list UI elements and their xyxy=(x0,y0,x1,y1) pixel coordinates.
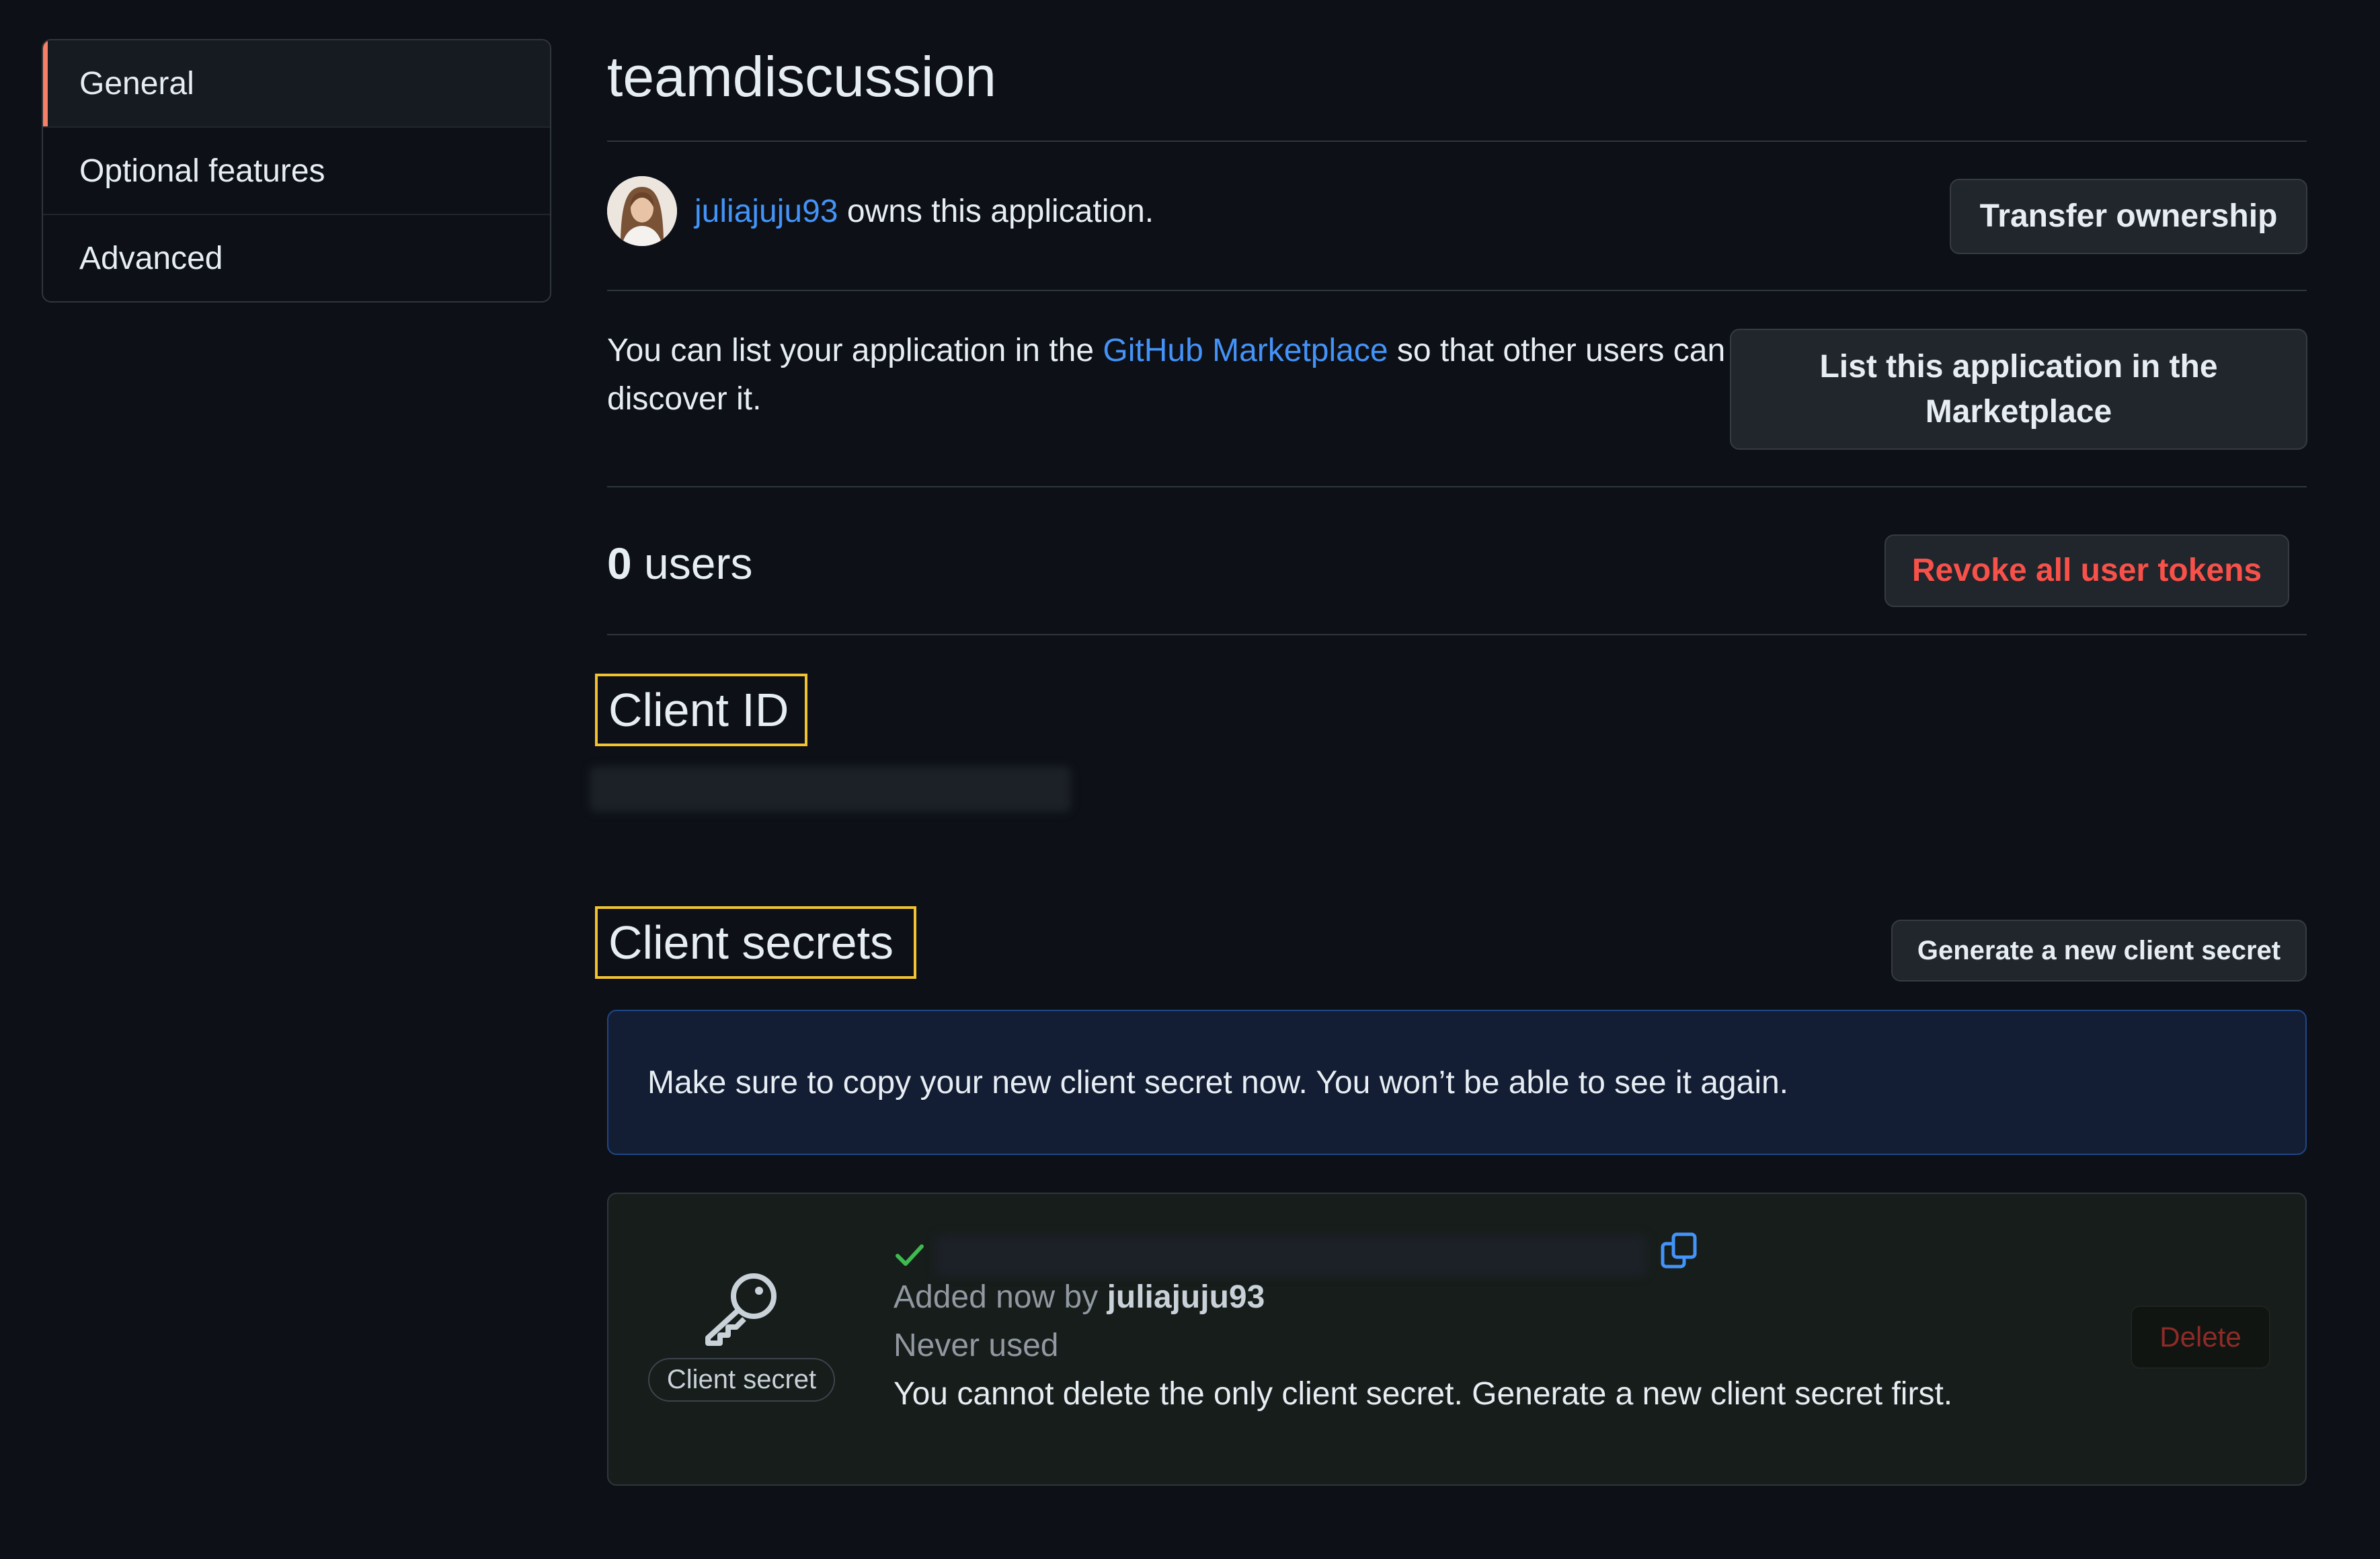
check-icon xyxy=(896,1244,924,1266)
sidebar-item-label: General xyxy=(79,65,194,102)
users-label: users xyxy=(631,538,753,588)
page: General Optional features Advanced teamd… xyxy=(0,0,2380,1559)
client-secret-value-redacted xyxy=(934,1234,1648,1277)
divider xyxy=(607,290,2307,291)
owner-statement: juliajuju93 owns this application. xyxy=(695,193,1154,230)
page-title: teamdiscussion xyxy=(607,45,996,108)
marketplace-text-before: You can list your application in the xyxy=(607,333,1103,368)
secret-usage: Never used xyxy=(894,1328,1059,1363)
divider xyxy=(607,486,2307,487)
sidebar-item-general[interactable]: General xyxy=(43,40,550,126)
settings-sidebar: General Optional features Advanced xyxy=(42,39,551,303)
sidebar-item-optional-features[interactable]: Optional features xyxy=(43,126,550,214)
client-secrets-heading-text: Client secrets xyxy=(608,916,894,969)
divider xyxy=(607,141,2307,142)
avatar[interactable] xyxy=(607,176,677,246)
users-count-heading: 0 users xyxy=(607,538,752,589)
client-secrets-heading: Client secrets xyxy=(595,906,916,979)
secret-delete-note: You cannot delete the only client secret… xyxy=(894,1376,1953,1412)
owner-username-link[interactable]: juliajuju93 xyxy=(695,194,838,229)
client-secret-card: Client secret Added now by juliajuju93 N… xyxy=(607,1193,2307,1486)
copy-icon[interactable] xyxy=(1659,1232,1699,1272)
delete-secret-button[interactable]: Delete xyxy=(2131,1306,2270,1369)
owner-suffix: owns this application. xyxy=(838,193,1154,229)
transfer-ownership-button[interactable]: Transfer ownership xyxy=(1950,179,2307,254)
secret-added-by-user: juliajuju93 xyxy=(1107,1279,1265,1315)
avatar-image xyxy=(607,176,677,246)
client-id-heading-text: Client ID xyxy=(608,684,789,736)
sidebar-item-advanced[interactable]: Advanced xyxy=(43,214,550,301)
client-id-heading: Client ID xyxy=(595,674,807,746)
client-secret-key-block: Client secret xyxy=(646,1268,837,1402)
list-in-marketplace-button[interactable]: List this application in the Marketplace xyxy=(1730,329,2307,450)
marketplace-description: You can list your application in the Git… xyxy=(607,327,1737,424)
client-secret-label: Client secret xyxy=(647,1358,836,1402)
client-id-value-redacted xyxy=(590,766,1071,812)
key-icon xyxy=(705,1273,777,1346)
copy-secret-notice-text: Make sure to copy your new client secret… xyxy=(647,1064,1789,1101)
sidebar-item-label: Advanced xyxy=(79,240,223,276)
copy-secret-notice: Make sure to copy your new client secret… xyxy=(607,1010,2307,1155)
secret-added-by: Added now by juliajuju93 xyxy=(894,1279,1265,1316)
generate-client-secret-button[interactable]: Generate a new client secret xyxy=(1891,920,2307,982)
github-marketplace-link[interactable]: GitHub Marketplace xyxy=(1103,333,1388,368)
secret-added-prefix: Added now by xyxy=(894,1279,1107,1315)
revoke-all-user-tokens-button[interactable]: Revoke all user tokens xyxy=(1885,534,2289,607)
sidebar-item-label: Optional features xyxy=(79,153,325,189)
users-count: 0 xyxy=(607,538,632,588)
divider xyxy=(607,634,2307,635)
owner-row: juliajuju93 owns this application. xyxy=(607,176,1154,246)
